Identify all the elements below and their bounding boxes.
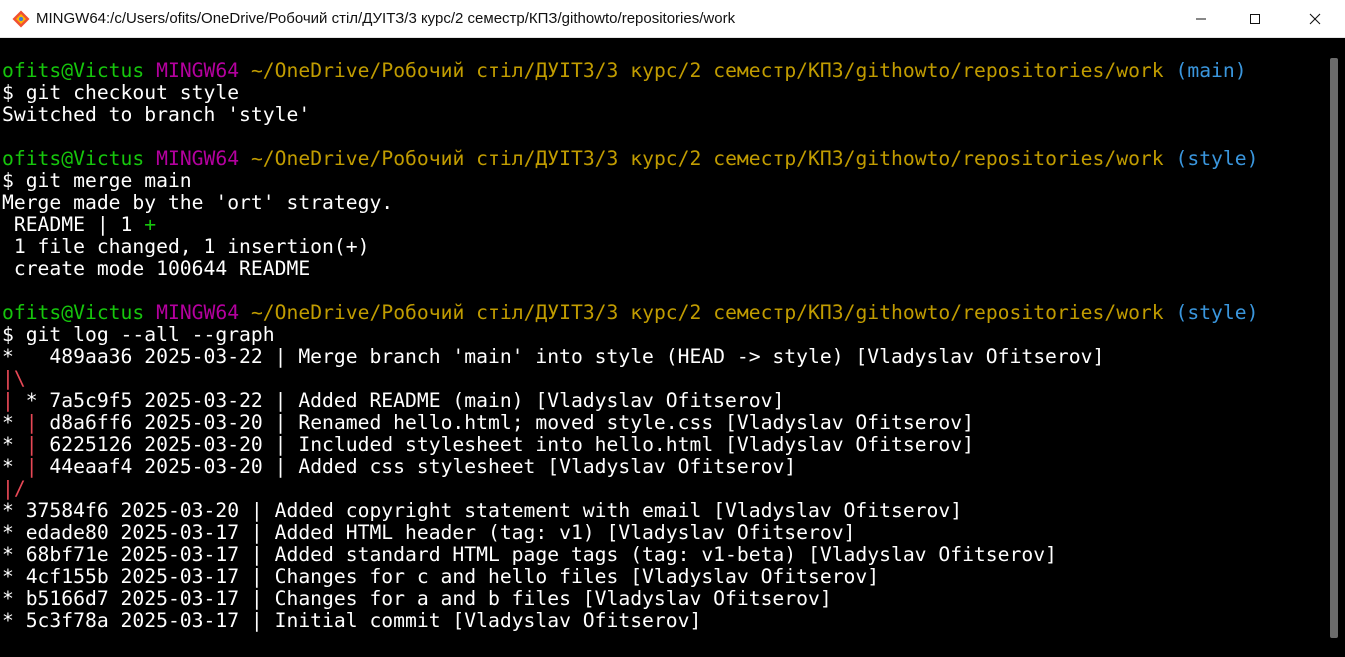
terminal-span-text xyxy=(1164,59,1176,82)
terminal-span-text: * xyxy=(2,433,26,456)
terminal-span-user: ofits@Victus xyxy=(2,147,145,170)
terminal-span-path: ~/OneDrive/Робочий стіл/ДУІТЗ/3 курс/2 с… xyxy=(250,301,1164,324)
terminal-line: $ git merge main xyxy=(2,170,1258,192)
terminal-span-text: Switched to branch 'style' xyxy=(2,103,311,126)
terminal-line: create mode 100644 README xyxy=(2,258,1258,280)
terminal-window: MINGW64:/c/Users/ofits/OneDrive/Робочий … xyxy=(0,0,1345,657)
terminal-span-graph: |/ xyxy=(2,477,26,500)
terminal-line: * | 6225126 2025-03-20 | Included styles… xyxy=(2,434,1258,456)
minimize-icon xyxy=(1196,18,1206,20)
terminal-line: * edade80 2025-03-17 | Added HTML header… xyxy=(2,522,1258,544)
terminal-span-graph: | xyxy=(25,433,38,456)
terminal-span-text xyxy=(144,147,156,170)
scrollbar-thumb[interactable] xyxy=(1330,58,1338,638)
terminal-line: * 68bf71e 2025-03-17 | Added standard HT… xyxy=(2,544,1258,566)
terminal-span-graph: | xyxy=(25,455,38,478)
terminal-output-area[interactable]: ofits@Victus MINGW64 ~/OneDrive/Робочий … xyxy=(0,38,1326,657)
terminal-line: README | 1 + xyxy=(2,214,1258,236)
terminal-span-branch: (main) xyxy=(1175,59,1247,82)
terminal-span-graph: |\ xyxy=(2,367,26,390)
terminal-span-text: 44eaaf4 2025-03-20 | Added css styleshee… xyxy=(37,455,797,478)
terminal-line: * 489aa36 2025-03-22 | Merge branch 'mai… xyxy=(2,346,1258,368)
terminal-line: * | 44eaaf4 2025-03-20 | Added css style… xyxy=(2,456,1258,478)
terminal-span-branch: (style) xyxy=(1175,301,1259,324)
terminal-span-host: MINGW64 xyxy=(156,59,240,82)
close-icon xyxy=(1309,13,1320,25)
minimize-button[interactable] xyxy=(1174,0,1228,38)
maximize-icon xyxy=(1250,14,1260,24)
terminal-span-text xyxy=(144,301,156,324)
terminal-span-host: MINGW64 xyxy=(156,147,240,170)
terminal-line: ofits@Victus MINGW64 ~/OneDrive/Робочий … xyxy=(2,302,1258,324)
terminal-span-branch: (style) xyxy=(1175,147,1259,170)
terminal-text: ofits@Victus MINGW64 ~/OneDrive/Робочий … xyxy=(2,60,1258,632)
terminal-span-text: * b5166d7 2025-03-17 | Changes for a and… xyxy=(2,587,832,610)
maximize-button[interactable] xyxy=(1228,0,1282,38)
terminal-span-text: 6225126 2025-03-20 | Included stylesheet… xyxy=(37,433,974,456)
terminal-span-text: * xyxy=(2,411,26,434)
terminal-line: ofits@Victus MINGW64 ~/OneDrive/Робочий … xyxy=(2,148,1258,170)
terminal-span-text: * 7a5c9f5 2025-03-22 | Added README (mai… xyxy=(13,389,785,412)
terminal-span-plus: + xyxy=(144,213,157,236)
terminal-line: $ git log --all --graph xyxy=(2,324,1258,346)
terminal-span-text: * 68bf71e 2025-03-17 | Added standard HT… xyxy=(2,543,1057,566)
terminal-line: $ git checkout style xyxy=(2,82,1258,104)
terminal-line: Switched to branch 'style' xyxy=(2,104,1258,126)
terminal-line: | * 7a5c9f5 2025-03-22 | Added README (m… xyxy=(2,390,1258,412)
title-bar[interactable]: MINGW64:/c/Users/ofits/OneDrive/Робочий … xyxy=(0,0,1345,38)
terminal-line: |\ xyxy=(2,368,1258,390)
window-title: MINGW64:/c/Users/ofits/OneDrive/Робочий … xyxy=(36,10,736,27)
terminal-line: |/ xyxy=(2,478,1258,500)
terminal-span-user: ofits@Victus xyxy=(2,59,145,82)
terminal-span-text: create mode 100644 README xyxy=(2,257,311,280)
terminal-span-text: README | 1 xyxy=(2,213,145,236)
terminal-span-path: ~/OneDrive/Робочий стіл/ДУІТЗ/3 курс/2 с… xyxy=(250,59,1164,82)
terminal-span-text: $ git merge main xyxy=(2,169,192,192)
terminal-span-text: 1 file changed, 1 insertion(+) xyxy=(2,235,370,258)
terminal-line: * 5c3f78a 2025-03-17 | Initial commit [V… xyxy=(2,610,1258,632)
close-button[interactable] xyxy=(1284,0,1345,38)
terminal-span-text: d8a6ff6 2025-03-20 | Renamed hello.html;… xyxy=(37,411,974,434)
terminal-span-text xyxy=(144,59,156,82)
terminal-span-text xyxy=(1164,301,1176,324)
terminal-span-text: $ git checkout style xyxy=(2,81,240,104)
terminal-line: ofits@Victus MINGW64 ~/OneDrive/Робочий … xyxy=(2,60,1258,82)
terminal-line: * | d8a6ff6 2025-03-20 | Renamed hello.h… xyxy=(2,412,1258,434)
terminal-span-text xyxy=(239,301,251,324)
vertical-scrollbar[interactable] xyxy=(1326,38,1345,657)
terminal-line: 1 file changed, 1 insertion(+) xyxy=(2,236,1258,258)
terminal-line: * 37584f6 2025-03-20 | Added copyright s… xyxy=(2,500,1258,522)
git-bash-icon xyxy=(12,10,30,28)
terminal-span-text: Merge made by the 'ort' strategy. xyxy=(2,191,394,214)
terminal-span-text: * 4cf155b 2025-03-17 | Changes for c and… xyxy=(2,565,880,588)
terminal-span-text: * 5c3f78a 2025-03-17 | Initial commit [V… xyxy=(2,609,702,632)
terminal-span-text: * 489aa36 2025-03-22 | Merge branch 'mai… xyxy=(2,345,1105,368)
terminal-span-user: ofits@Victus xyxy=(2,301,145,324)
terminal-line: * b5166d7 2025-03-17 | Changes for a and… xyxy=(2,588,1258,610)
terminal-span-text: * edade80 2025-03-17 | Added HTML header… xyxy=(2,521,856,544)
terminal-span-graph: | xyxy=(2,389,14,412)
terminal-span-host: MINGW64 xyxy=(156,301,240,324)
terminal-span-path: ~/OneDrive/Робочий стіл/ДУІТЗ/3 курс/2 с… xyxy=(250,147,1164,170)
terminal-span-graph: | xyxy=(25,411,38,434)
terminal-span-text xyxy=(1164,147,1176,170)
terminal-span-text: * 37584f6 2025-03-20 | Added copyright s… xyxy=(2,499,963,522)
terminal-span-text: $ git log --all --graph xyxy=(2,323,275,346)
terminal-line: Merge made by the 'ort' strategy. xyxy=(2,192,1258,214)
terminal-span-text: * xyxy=(2,455,26,478)
terminal-line: * 4cf155b 2025-03-17 | Changes for c and… xyxy=(2,566,1258,588)
terminal-span-text xyxy=(239,59,251,82)
terminal-span-text xyxy=(239,147,251,170)
